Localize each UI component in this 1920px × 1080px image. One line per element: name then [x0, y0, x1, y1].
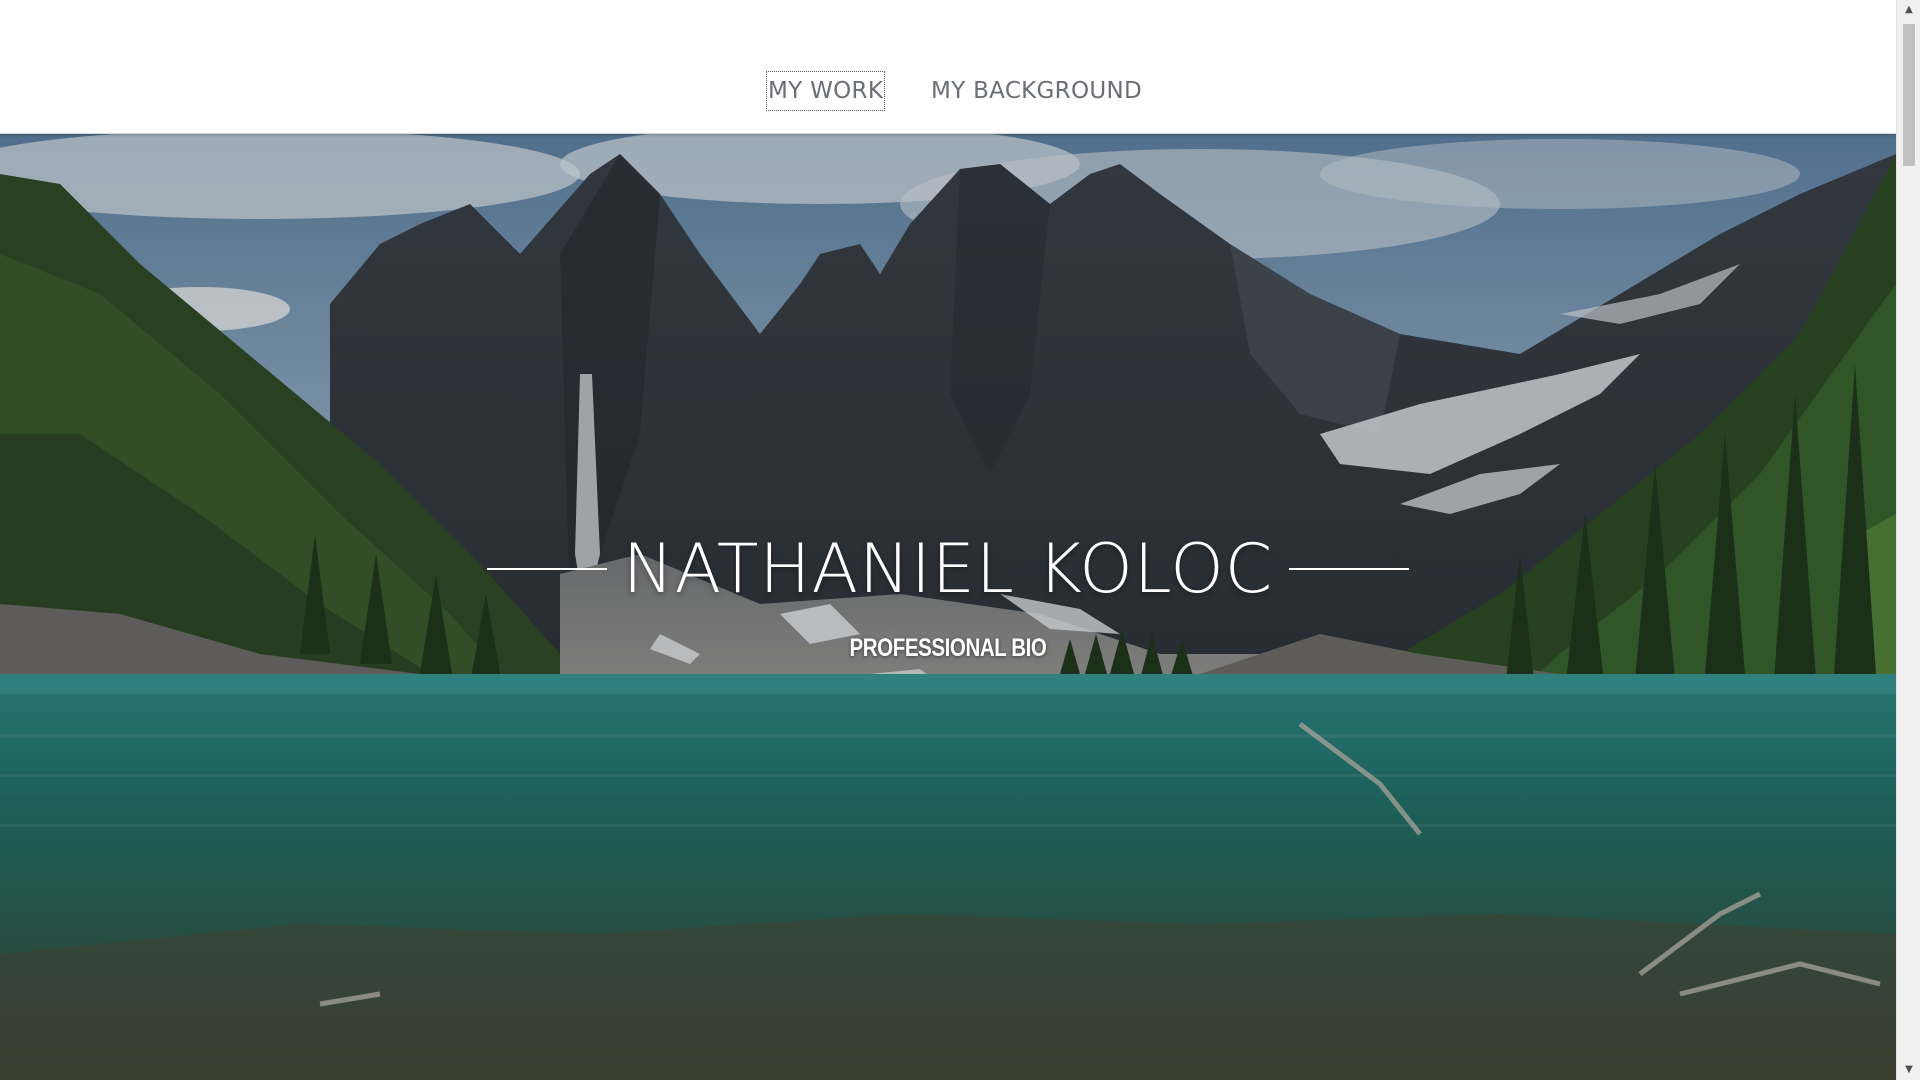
scroll-down-arrow-icon[interactable]: ▼ — [1897, 1060, 1920, 1080]
nav-link-my-work[interactable]: MY WORK — [765, 71, 886, 111]
site-header: MY WORK MY BACKGROUND — [0, 0, 1896, 134]
hero-section: NATHANIEL KOLOC PROFESSIONAL BIO — [0, 134, 1896, 1080]
main-nav: MY WORK MY BACKGROUND — [0, 71, 1896, 112]
scrollbar-thumb[interactable] — [1903, 24, 1915, 166]
hero-title-row: NATHANIEL KOLOC — [0, 524, 1896, 614]
nav-link-my-background[interactable]: MY BACKGROUND — [931, 72, 1142, 110]
hero-title: NATHANIEL KOLOC — [622, 529, 1274, 609]
vertical-scrollbar[interactable]: ▲ ▼ — [1896, 0, 1920, 1080]
hero-subtitle: PROFESSIONAL BIO — [849, 634, 1047, 662]
scroll-up-arrow-icon[interactable]: ▲ — [1897, 0, 1920, 20]
page: MY WORK MY BACKGROUND NATHANIEL KOLOC PR… — [0, 0, 1896, 1080]
title-divider-left — [486, 568, 607, 570]
title-divider-right — [1289, 568, 1410, 570]
